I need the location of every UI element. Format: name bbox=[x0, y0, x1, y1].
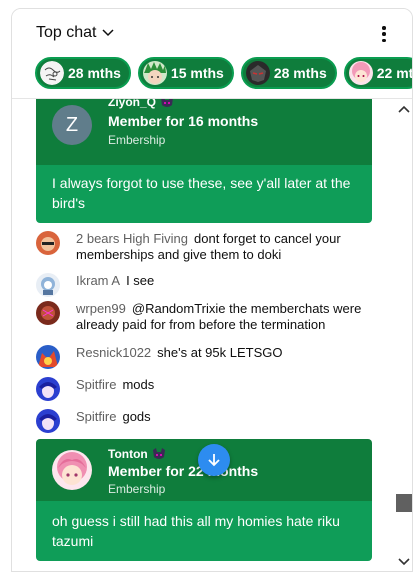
avatar[interactable] bbox=[36, 273, 60, 297]
avatar: Z bbox=[52, 105, 92, 145]
header-title: Top chat bbox=[36, 24, 97, 41]
scroll-down-icon[interactable] bbox=[398, 557, 410, 567]
arrow-down-icon bbox=[208, 454, 220, 467]
chat-message: Spitfire mods bbox=[36, 377, 376, 401]
membership-card: Z Ziyon_Q Member for 16 months Embership… bbox=[36, 99, 372, 223]
membership-message: oh guess i still had this all my homies … bbox=[36, 501, 372, 561]
chat-message: Resnick1022 she's at 95k LETSGO bbox=[36, 345, 376, 369]
more-options-button[interactable] bbox=[376, 23, 392, 45]
ticker-label: 28 mths bbox=[273, 65, 327, 81]
author-name[interactable]: Spitfire bbox=[76, 409, 116, 424]
membership-message: I always forgot to use these, see y'all … bbox=[36, 165, 372, 223]
member-level: Embership bbox=[108, 133, 166, 147]
chat-message: 2 bears High Fiving dont forget to cancel… bbox=[36, 231, 376, 263]
live-chat-panel: Top chat 28 mths 15 mths 28 mths 22 mt Z… bbox=[11, 8, 413, 572]
author-name: Tonton bbox=[108, 447, 148, 461]
avatar[interactable] bbox=[36, 301, 60, 325]
author-name[interactable]: 2 bears High Fiving bbox=[76, 231, 188, 246]
chat-message: Spitfire gods bbox=[36, 409, 376, 433]
author-name[interactable]: wrpen99 bbox=[76, 301, 126, 316]
chat-message: wrpen99 @RandomTrixie the memberchats wer… bbox=[36, 301, 376, 333]
author-name[interactable]: Spitfire bbox=[76, 377, 116, 392]
ticker-label: 15 mths bbox=[170, 65, 224, 81]
anime-green-hair-avatar bbox=[142, 61, 167, 85]
chat-scrollbar[interactable] bbox=[396, 99, 412, 571]
message-text: mods bbox=[122, 377, 155, 392]
ticker-item[interactable]: 28 mths bbox=[35, 57, 131, 89]
more-vert-icon bbox=[382, 26, 386, 30]
message-text: I see bbox=[126, 273, 155, 288]
membership-author[interactable]: Ziyon_Q bbox=[108, 99, 174, 109]
doodle-avatar bbox=[40, 61, 64, 85]
scroll-up-icon[interactable] bbox=[398, 104, 410, 114]
chevron-down-icon bbox=[102, 29, 115, 37]
ticker-label: 28 mths bbox=[68, 65, 121, 81]
author-name[interactable]: Resnick1022 bbox=[76, 345, 151, 360]
scrollbar-thumb[interactable] bbox=[396, 494, 412, 512]
dark-mask-avatar bbox=[245, 61, 270, 85]
jump-to-bottom-button[interactable] bbox=[198, 444, 230, 476]
member-badge-icon bbox=[152, 448, 165, 459]
member-level: Embership bbox=[108, 482, 166, 496]
chat-message-list[interactable]: Z Ziyon_Q Member for 16 months Embership… bbox=[12, 99, 398, 571]
avatar[interactable] bbox=[36, 231, 60, 255]
membership-author[interactable]: Tonton bbox=[108, 447, 166, 461]
ticker-item[interactable]: 28 mths bbox=[240, 57, 337, 89]
ticker-item[interactable]: 22 mt bbox=[343, 57, 413, 89]
message-text: she's at 95k LETSGO bbox=[157, 345, 283, 360]
author-name[interactable]: Ikram A bbox=[76, 273, 120, 288]
top-chat-dropdown[interactable]: Top chat bbox=[36, 24, 115, 42]
ticker-label: 22 mt bbox=[376, 65, 413, 81]
avatar[interactable] bbox=[52, 450, 92, 490]
avatar[interactable] bbox=[36, 409, 60, 433]
avatar[interactable] bbox=[36, 377, 60, 401]
membership-card-header: Z Ziyon_Q Member for 16 months Embership bbox=[36, 99, 372, 165]
member-duration: Member for 22 months bbox=[108, 463, 259, 479]
chat-header: Top chat 28 mths 15 mths 28 mths 22 mt bbox=[12, 9, 412, 99]
member-duration: Member for 16 months bbox=[108, 113, 259, 129]
message-text: gods bbox=[122, 409, 151, 424]
member-badge-icon bbox=[161, 99, 173, 107]
ticker-item[interactable]: 15 mths bbox=[137, 57, 234, 89]
chat-message: Ikram A I see bbox=[36, 273, 376, 297]
author-name: Ziyon_Q bbox=[108, 99, 157, 109]
pink-hair-avatar bbox=[348, 61, 373, 85]
ticker-bar: 28 mths 15 mths 28 mths 22 mt bbox=[35, 57, 413, 89]
avatar[interactable] bbox=[36, 345, 60, 369]
